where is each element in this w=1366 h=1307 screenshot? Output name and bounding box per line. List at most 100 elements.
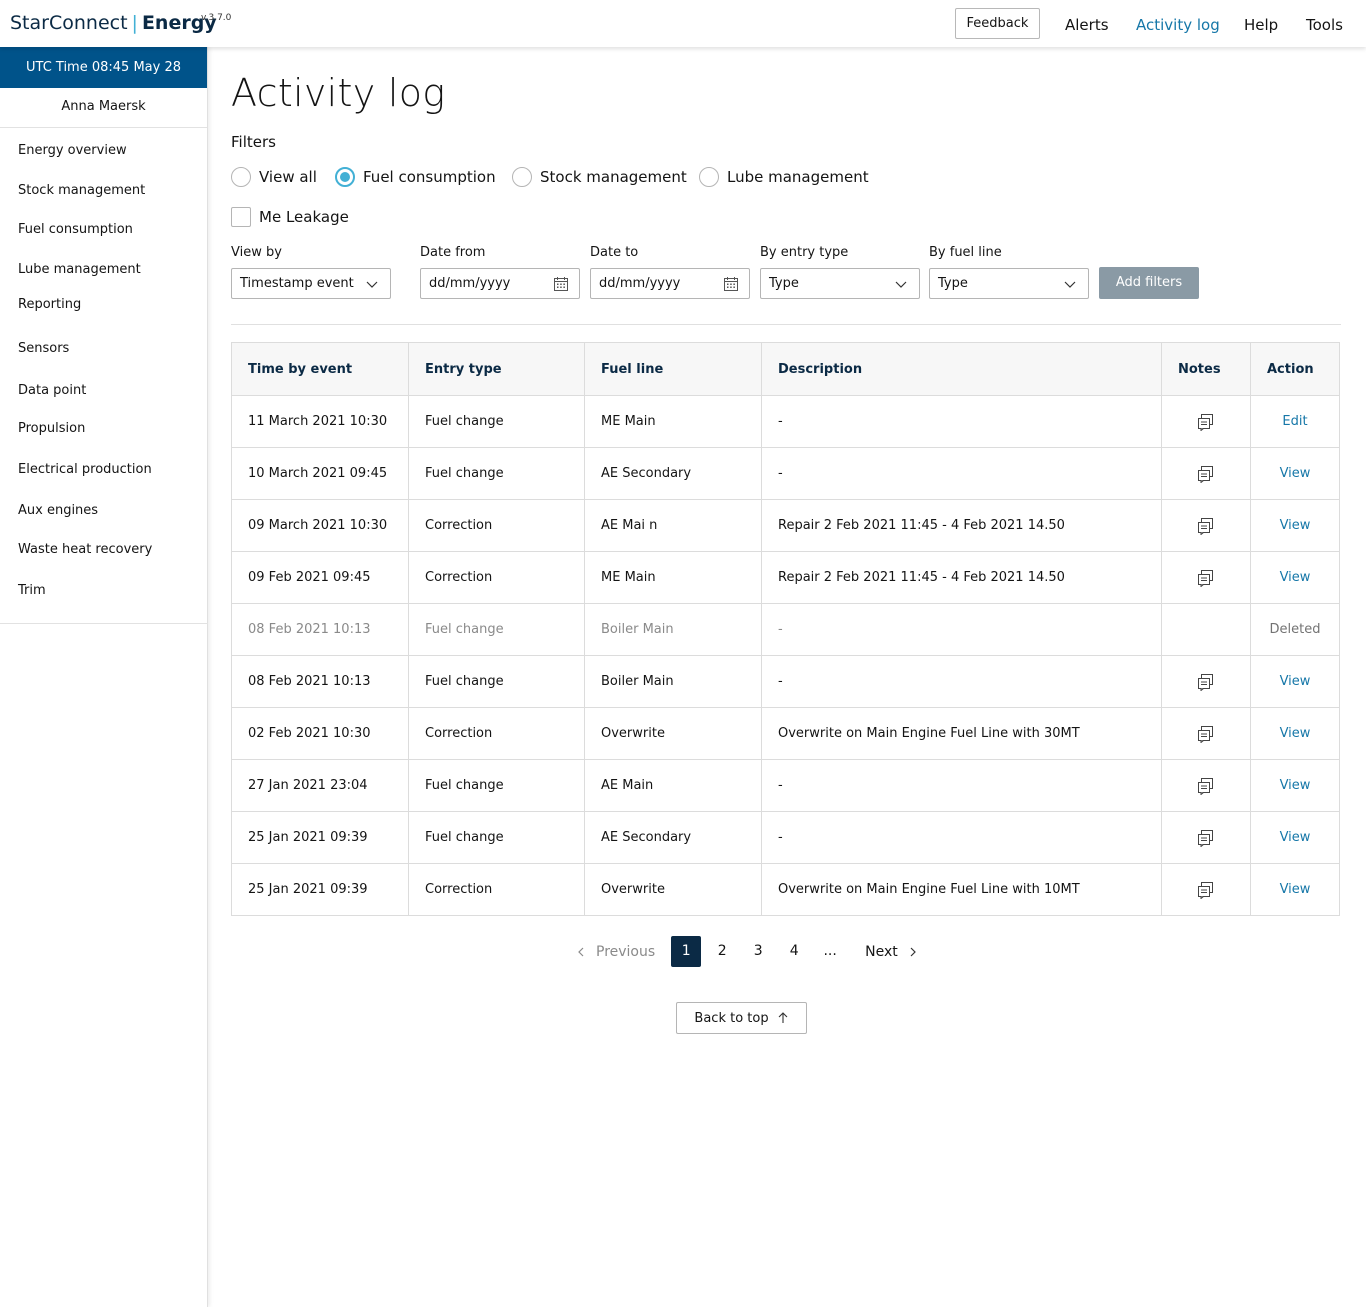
cell-fuel-line: AE Secondary (584, 447, 762, 500)
nav-alerts[interactable]: Alerts (1065, 16, 1109, 34)
notes-icon[interactable] (1197, 413, 1215, 431)
sidebar-item-electrical-production[interactable]: Electrical production (18, 462, 152, 477)
column-header-time[interactable]: Time by event (231, 342, 409, 396)
calendar-icon[interactable] (723, 276, 739, 292)
back-to-top-button[interactable]: Back to top (676, 1002, 807, 1034)
cell-description: Overwrite on Main Engine Fuel Line with … (761, 707, 1162, 760)
notes-icon[interactable] (1197, 725, 1215, 743)
cell-notes[interactable] (1161, 447, 1251, 500)
checkbox-me-leakage[interactable]: Me Leakage (231, 206, 349, 228)
calendar-icon[interactable] (553, 276, 569, 292)
sidebar-item-propulsion[interactable]: Propulsion (18, 421, 85, 436)
sidebar-item-aux-engines[interactable]: Aux engines (18, 503, 98, 518)
notes-icon[interactable] (1197, 465, 1215, 483)
cell-entry-type: Correction (408, 499, 585, 552)
next-page-button[interactable]: Next (865, 944, 920, 960)
cell-notes[interactable] (1161, 551, 1251, 604)
notes-icon[interactable] (1197, 517, 1215, 535)
cell-notes[interactable] (1161, 707, 1251, 760)
table-row: 27 Jan 2021 23:04 Fuel change AE Main - View (231, 759, 1340, 812)
view-link[interactable]: View (1250, 707, 1340, 760)
sidebar-item-waste-heat-recovery[interactable]: Waste heat recovery (18, 542, 152, 557)
view-link[interactable]: View (1250, 655, 1340, 708)
page-1-button[interactable]: 1 (671, 936, 702, 967)
edit-link[interactable]: Edit (1250, 395, 1340, 448)
column-header-action[interactable]: Action (1250, 342, 1340, 396)
radio-stock-management[interactable]: Stock management (512, 166, 687, 188)
radio-fuel-consumption[interactable]: Fuel consumption (335, 166, 496, 188)
radio-circle[interactable] (699, 167, 719, 187)
cell-notes[interactable] (1161, 759, 1251, 812)
nav-activity-log[interactable]: Activity log (1136, 16, 1220, 34)
notes-icon[interactable] (1197, 829, 1215, 847)
fuel-line-select[interactable]: Type (929, 268, 1089, 299)
cell-fuel-line: ME Main (584, 395, 762, 448)
view-by-select[interactable]: Timestamp event (231, 268, 391, 299)
table-row: 02 Feb 2021 10:30 Correction Overwrite Over… (231, 707, 1340, 760)
page-3-button[interactable]: 3 (743, 936, 773, 967)
feedback-button[interactable]: Feedback (955, 8, 1040, 39)
cell-entry-type: Correction (408, 551, 585, 604)
chevron-left-icon (578, 947, 584, 956)
previous-page-button[interactable]: Previous (574, 944, 655, 960)
filters-label: Filters (231, 133, 276, 151)
nav-tools[interactable]: Tools (1306, 16, 1343, 34)
cell-fuel-line: AE Secondary (584, 811, 762, 864)
column-header-description[interactable]: Description (761, 342, 1162, 396)
sidebar-item-reporting[interactable]: Reporting (18, 297, 81, 312)
cell-description: - (761, 655, 1162, 708)
column-header-notes[interactable]: Notes (1161, 342, 1251, 396)
view-link[interactable]: View (1250, 863, 1340, 916)
view-link[interactable]: View (1250, 499, 1340, 552)
date-from-placeholder: dd/mm/yyyy (429, 276, 511, 291)
activity-log-table: Time by event Entry type Fuel line Descr… (231, 342, 1340, 916)
table-header-row: Time by event Entry type Fuel line Descr… (231, 342, 1340, 396)
page-2-button[interactable]: 2 (707, 936, 737, 967)
notes-icon[interactable] (1197, 569, 1215, 587)
sidebar-item-fuel-consumption[interactable]: Fuel consumption (18, 222, 133, 237)
add-filters-button[interactable]: Add filters (1099, 267, 1199, 299)
user-name[interactable]: Anna Maersk (0, 88, 207, 128)
sidebar-item-trim[interactable]: Trim (18, 583, 46, 598)
sidebar-item-lube-management[interactable]: Lube management (18, 262, 141, 277)
notes-icon[interactable] (1197, 881, 1215, 899)
radio-circle[interactable] (512, 167, 532, 187)
column-header-entry-type[interactable]: Entry type (408, 342, 585, 396)
sidebar-item-data-point[interactable]: Data point (18, 383, 86, 398)
date-to-input[interactable]: dd/mm/yyyy (590, 268, 750, 299)
sidebar-divider (0, 623, 208, 624)
radio-view-all[interactable]: View all (231, 166, 317, 188)
column-header-fuel-line[interactable]: Fuel line (584, 342, 762, 396)
cell-time: 09 March 2021 10:30 (231, 499, 409, 552)
brand-logo[interactable]: StarConnect | Energy (10, 12, 217, 34)
radio-circle[interactable] (231, 167, 251, 187)
view-link[interactable]: View (1250, 551, 1340, 604)
sidebar-item-sensors[interactable]: Sensors (18, 341, 69, 356)
cell-description: Overwrite on Main Engine Fuel Line with … (761, 863, 1162, 916)
radio-label: Fuel consumption (363, 168, 496, 186)
page-4-button[interactable]: 4 (779, 936, 809, 967)
cell-notes[interactable] (1161, 395, 1251, 448)
notes-icon[interactable] (1197, 673, 1215, 691)
cell-notes[interactable] (1161, 811, 1251, 864)
cell-time: 27 Jan 2021 23:04 (231, 759, 409, 812)
view-link[interactable]: View (1250, 447, 1340, 500)
date-from-input[interactable]: dd/mm/yyyy (420, 268, 580, 299)
cell-notes[interactable] (1161, 499, 1251, 552)
entry-type-select[interactable]: Type (760, 268, 920, 299)
radio-lube-management[interactable]: Lube management (699, 166, 869, 188)
checkbox-box[interactable] (231, 207, 251, 227)
view-link[interactable]: View (1250, 759, 1340, 812)
cell-time: 25 Jan 2021 09:39 (231, 863, 409, 916)
radio-circle-checked[interactable] (335, 167, 355, 187)
cell-entry-type: Correction (408, 707, 585, 760)
cell-notes[interactable] (1161, 655, 1251, 708)
view-link[interactable]: View (1250, 811, 1340, 864)
sidebar-item-energy-overview[interactable]: Energy overview (18, 143, 127, 158)
sidebar-item-stock-management[interactable]: Stock management (18, 183, 145, 198)
notes-icon[interactable] (1197, 777, 1215, 795)
nav-help[interactable]: Help (1244, 16, 1278, 34)
cell-notes[interactable] (1161, 863, 1251, 916)
pagination: Previous 1 2 3 4 ... Next (574, 936, 920, 967)
date-to-label: Date to (590, 245, 639, 260)
